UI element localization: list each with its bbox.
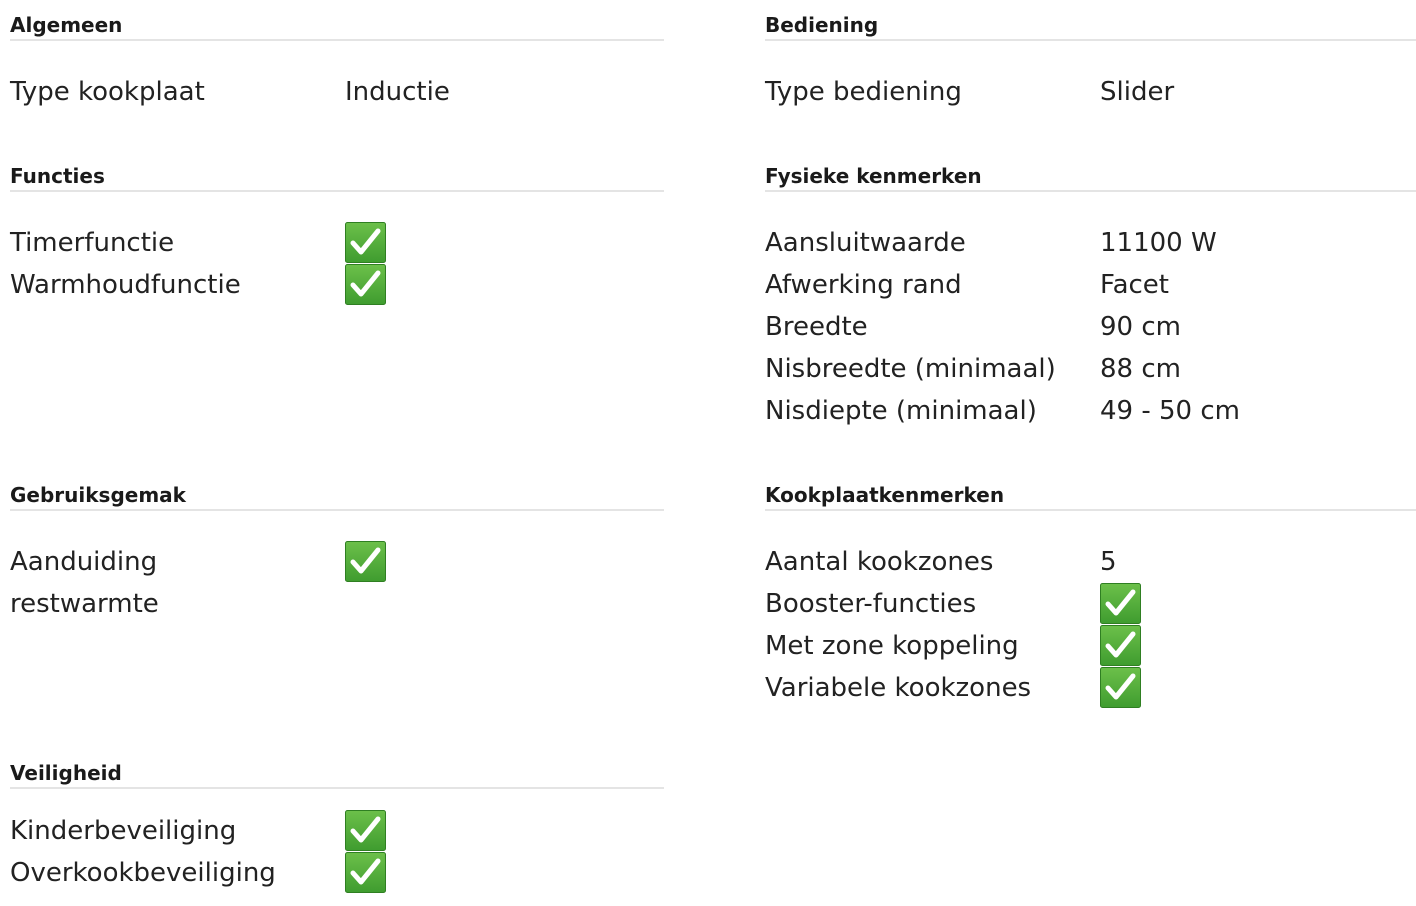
spec-label: Type kookplaat	[10, 77, 205, 107]
check-icon	[345, 852, 386, 893]
spec-row: Met zone koppeling	[765, 625, 1416, 667]
spec-row: Timerfunctie	[10, 222, 664, 264]
check-icon	[345, 264, 386, 305]
spec-row: Aanduiding restwarmte	[10, 541, 664, 625]
spec-label: Aansluitwaarde	[765, 228, 966, 258]
section-fysieke-kenmerken: Fysieke kenmerken Aansluitwaarde 11100 W…	[765, 154, 1416, 432]
spec-row: Type bediening Slider	[765, 71, 1416, 113]
spec-row: Warmhoudfunctie	[10, 264, 664, 306]
spec-label: Overkookbeveiliging	[10, 858, 276, 888]
spec-value: 90 cm	[1100, 312, 1181, 342]
spec-value: 11100 W	[1100, 228, 1217, 258]
spec-row: Aansluitwaarde 11100 W	[765, 222, 1416, 264]
section-title: Gebruiksgemak	[10, 473, 664, 511]
section-title: Fysieke kenmerken	[765, 154, 1416, 192]
spec-value: Facet	[1100, 270, 1169, 300]
section-title: Functies	[10, 154, 664, 192]
check-icon	[345, 222, 386, 263]
spec-label: Warmhoudfunctie	[10, 270, 241, 300]
spec-value: 49 - 50 cm	[1100, 396, 1240, 426]
spec-value: 88 cm	[1100, 354, 1181, 384]
spec-row: Overkookbeveiliging	[10, 852, 664, 894]
section-title: Kookplaatkenmerken	[765, 473, 1416, 511]
spec-label: Met zone koppeling	[765, 631, 1019, 661]
section-kookplaatkenmerken: Kookplaatkenmerken Aantal kookzones 5 Bo…	[765, 473, 1416, 709]
spec-label: Aanduiding restwarmte	[10, 547, 159, 619]
spec-label: Aantal kookzones	[765, 547, 994, 577]
check-icon	[1100, 583, 1141, 624]
section-title: Bediening	[765, 3, 1416, 41]
spec-value: Inductie	[345, 77, 450, 107]
spec-row: Kinderbeveiliging	[10, 810, 664, 852]
spec-label: Variabele kookzones	[765, 673, 1032, 703]
spec-row: Nisdiepte (minimaal) 49 - 50 cm	[765, 390, 1416, 432]
spec-value: 5	[1100, 547, 1117, 577]
spec-row: Aantal kookzones 5	[765, 541, 1416, 583]
spec-row: Type kookplaat Inductie	[10, 71, 664, 113]
spec-label: Kinderbeveiliging	[10, 816, 237, 846]
section-title: Algemeen	[10, 3, 664, 41]
section-veiligheid: Veiligheid Kinderbeveiliging Overkookbev…	[10, 751, 664, 894]
spec-label: Timerfunctie	[10, 228, 175, 258]
section-algemeen: Algemeen Type kookplaat Inductie	[10, 3, 664, 113]
section-functies: Functies Timerfunctie Warmhoudfunctie	[10, 154, 664, 306]
check-icon	[1100, 667, 1141, 708]
check-icon	[345, 541, 386, 582]
spec-label: Nisdiepte (minimaal)	[765, 396, 1037, 426]
section-title: Veiligheid	[10, 751, 664, 789]
check-icon	[345, 810, 386, 851]
spec-label: Booster-functies	[765, 589, 977, 619]
spec-label: Afwerking rand	[765, 270, 962, 300]
spec-label: Type bediening	[765, 77, 962, 107]
section-bediening: Bediening Type bediening Slider	[765, 3, 1416, 113]
spec-row: Booster-functies	[765, 583, 1416, 625]
spec-label: Breedte	[765, 312, 868, 342]
section-gebruiksgemak: Gebruiksgemak Aanduiding restwarmte	[10, 473, 664, 625]
spec-value: Slider	[1100, 77, 1175, 107]
spec-label: Nisbreedte (minimaal)	[765, 354, 1056, 384]
spec-row: Nisbreedte (minimaal) 88 cm	[765, 348, 1416, 390]
spec-row: Variabele kookzones	[765, 667, 1416, 709]
spec-row: Afwerking rand Facet	[765, 264, 1416, 306]
spec-row: Breedte 90 cm	[765, 306, 1416, 348]
check-icon	[1100, 625, 1141, 666]
